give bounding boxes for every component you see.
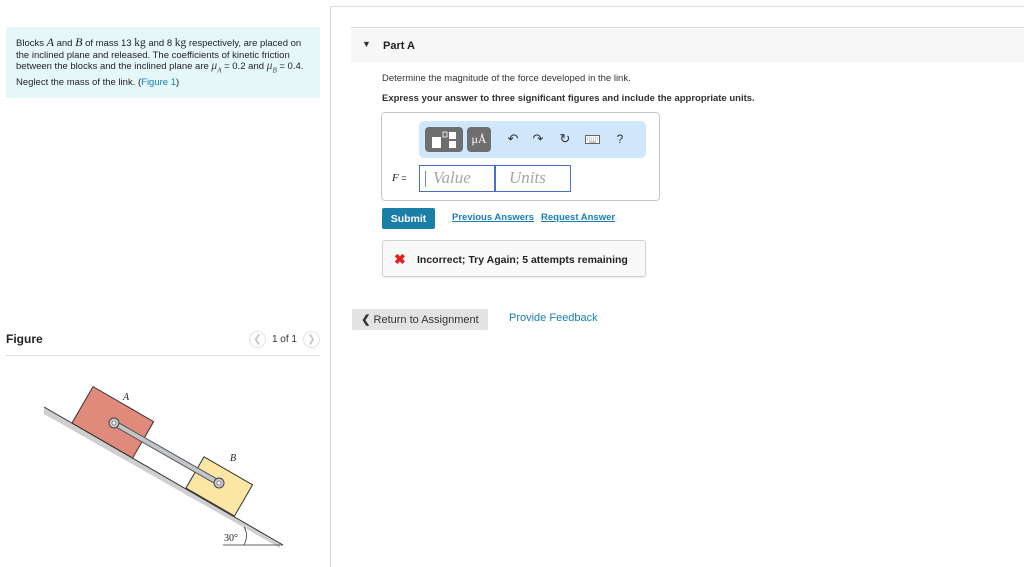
request-answer-link[interactable]: Request Answer	[541, 212, 615, 223]
part-a-header[interactable]: ▼ Part A	[351, 27, 1024, 62]
value-input[interactable]: Value	[419, 165, 495, 192]
answer-box: μÅ ↶ ↷ ↻ ? F = Value Units	[381, 112, 660, 201]
math-toolbar: μÅ ↶ ↷ ↻ ?	[419, 121, 646, 158]
chevron-left-icon: ❮	[361, 314, 371, 326]
text-caret	[425, 171, 426, 187]
label-a: A	[122, 392, 130, 403]
reset-button[interactable]: ↻	[556, 130, 574, 148]
mu-b-symbol: μB	[266, 60, 277, 75]
figure-next-button[interactable]: ❯	[303, 331, 320, 348]
templates-icon	[432, 131, 456, 148]
templates-button[interactable]	[425, 127, 463, 152]
part-title: Part A	[383, 40, 415, 52]
redo-button[interactable]: ↷	[529, 130, 547, 148]
problem-statement: Blocks A and B of mass 13 kg and 8 kg re…	[6, 27, 320, 98]
value-placeholder: Value	[433, 168, 471, 187]
label-b: B	[230, 453, 236, 464]
column-divider	[330, 7, 331, 567]
redo-icon: ↷	[532, 131, 544, 146]
return-to-assignment-button[interactable]: ❮ Return to Assignment	[352, 309, 488, 330]
figure-image: A B 30°	[43, 385, 284, 548]
undo-button[interactable]: ↶	[504, 130, 522, 148]
x-icon: ✖	[394, 251, 406, 267]
angle-label: 30°	[224, 533, 238, 544]
variable-label: F =	[392, 172, 407, 184]
figure-link[interactable]: Figure 1	[141, 77, 176, 88]
instruction-text: Express your answer to three significant…	[382, 93, 755, 104]
figure-title: Figure	[6, 332, 43, 346]
figure-prev-button[interactable]: ❮	[248, 331, 266, 348]
left-panel: Blocks A and B of mass 13 kg and 8 kg re…	[0, 0, 330, 567]
block-a-symbol: A	[46, 35, 54, 49]
provide-feedback-link[interactable]: Provide Feedback	[509, 312, 598, 324]
keyboard-button[interactable]	[583, 130, 601, 148]
inclined-plane	[44, 407, 280, 548]
reset-icon: ↻	[559, 131, 571, 146]
symbols-label: μÅ	[471, 132, 487, 146]
keyboard-icon	[584, 134, 600, 144]
chevron-right-icon: ❯	[307, 334, 316, 345]
chevron-left-icon: ❮	[253, 334, 262, 345]
mu-a-symbol: μA	[211, 60, 222, 75]
submit-button[interactable]: Submit	[382, 208, 435, 229]
symbols-button[interactable]: μÅ	[467, 127, 491, 152]
units-placeholder: Units	[509, 168, 546, 187]
units-input[interactable]: Units	[495, 165, 571, 192]
figure-pagination: ❮ 1 of 1 ❯	[248, 331, 320, 348]
help-button[interactable]: ?	[611, 130, 629, 148]
feedback-message: ✖ Incorrect; Try Again; 5 attempts remai…	[382, 240, 646, 277]
figure-counter: 1 of 1	[271, 334, 297, 345]
feedback-text: Incorrect; Try Again; 5 attempts remaini…	[417, 254, 628, 266]
triangle-down-icon[interactable]: ▼	[362, 39, 371, 49]
top-border	[330, 6, 1024, 7]
angle-arc	[243, 526, 247, 546]
question-text: Determine the magnitude of the force dev…	[382, 73, 631, 84]
help-icon: ?	[616, 132, 624, 146]
figure-header: Figure ❮ 1 of 1 ❯	[6, 328, 320, 356]
undo-icon: ↶	[507, 131, 519, 146]
previous-answers-link[interactable]: Previous Answers	[452, 212, 534, 223]
return-label: Return to Assignment	[373, 313, 479, 326]
